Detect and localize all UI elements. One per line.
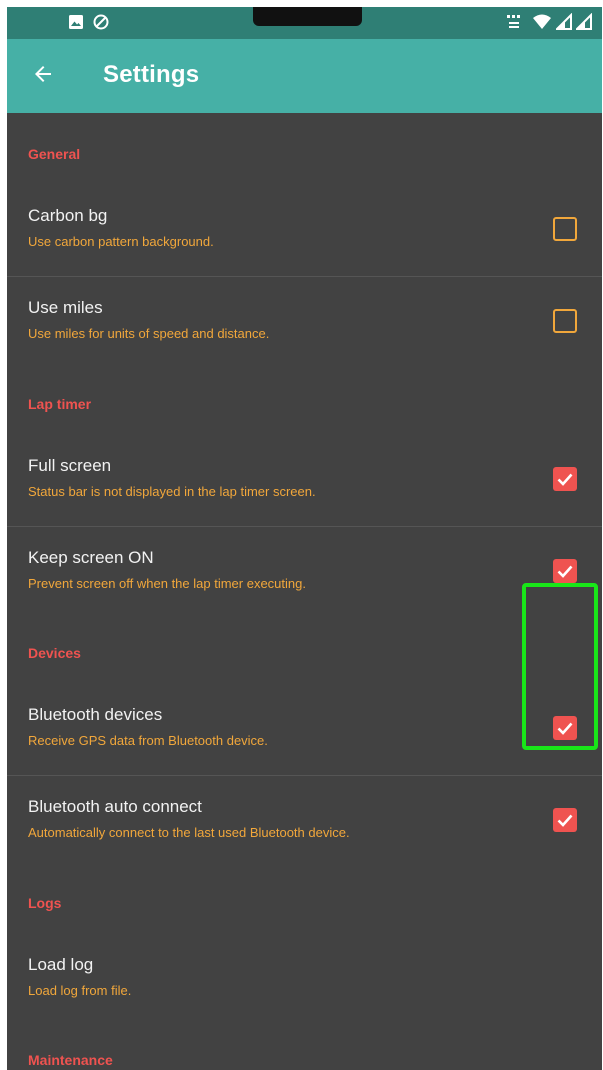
data-speed-icon [506, 13, 528, 36]
status-right-icons [506, 12, 592, 36]
camera-notch [253, 7, 362, 26]
arrow-back-icon [31, 62, 55, 91]
pref-use-miles[interactable]: Use miles Use miles for units of speed a… [7, 276, 602, 368]
page-title: Settings [103, 61, 200, 88]
carbon-bg-checkbox[interactable] [553, 217, 577, 241]
status-left-icons [69, 14, 109, 35]
pref-title: Full screen [28, 456, 112, 475]
pref-summary: Use miles for units of speed and distanc… [28, 326, 270, 341]
pref-summary: Receive GPS data from Bluetooth device. [28, 733, 268, 748]
wifi-icon [532, 13, 552, 36]
app-bar: Settings [7, 39, 602, 113]
pref-summary: Automatically connect to the last used B… [28, 825, 350, 840]
pref-full-screen[interactable]: Full screen Status bar is not displayed … [7, 434, 602, 526]
check-icon [557, 814, 573, 827]
signal-icon [554, 12, 572, 36]
pref-summary: Use carbon pattern background. [28, 234, 214, 249]
section-header-general: General [28, 146, 81, 162]
pref-title: Bluetooth auto connect [28, 797, 202, 816]
signal-icon [574, 12, 592, 36]
pref-keep-screen-on[interactable]: Keep screen ON Prevent screen off when t… [7, 526, 602, 618]
pref-load-log[interactable]: Load log Load log from file. [7, 933, 602, 1025]
pref-title: Keep screen ON [28, 548, 154, 567]
check-icon [557, 473, 573, 486]
pref-summary: Prevent screen off when the lap timer ex… [28, 576, 306, 591]
status-bar [7, 7, 602, 39]
pref-title: Use miles [28, 298, 103, 317]
back-button[interactable] [27, 60, 59, 92]
highlight-box [522, 583, 598, 750]
pref-summary: Status bar is not displayed in the lap t… [28, 484, 316, 499]
do-not-disturb-icon [93, 14, 109, 35]
check-icon [557, 565, 573, 578]
full-screen-checkbox[interactable] [553, 467, 577, 491]
pref-title: Carbon bg [28, 206, 108, 225]
pref-title: Load log [28, 955, 94, 974]
section-header-logs: Logs [28, 895, 62, 911]
section-header-lap-timer: Lap timer [28, 396, 92, 412]
pref-title: Bluetooth devices [28, 705, 163, 724]
section-header-maintenance: Maintenance [28, 1052, 113, 1068]
pref-carbon-bg[interactable]: Carbon bg Use carbon pattern background. [7, 184, 602, 276]
pref-bluetooth-auto-connect[interactable]: Bluetooth auto connect Automatically con… [7, 775, 602, 867]
use-miles-checkbox[interactable] [553, 309, 577, 333]
keep-screen-on-checkbox[interactable] [553, 559, 577, 583]
section-header-devices: Devices [28, 645, 81, 661]
pref-summary: Load log from file. [28, 983, 132, 998]
pref-bluetooth-devices[interactable]: Bluetooth devices Receive GPS data from … [7, 683, 602, 775]
phone-screen: Settings General Carbon bg Use carbon pa… [7, 7, 602, 1070]
image-icon [69, 15, 83, 34]
bluetooth-auto-connect-checkbox[interactable] [553, 808, 577, 832]
